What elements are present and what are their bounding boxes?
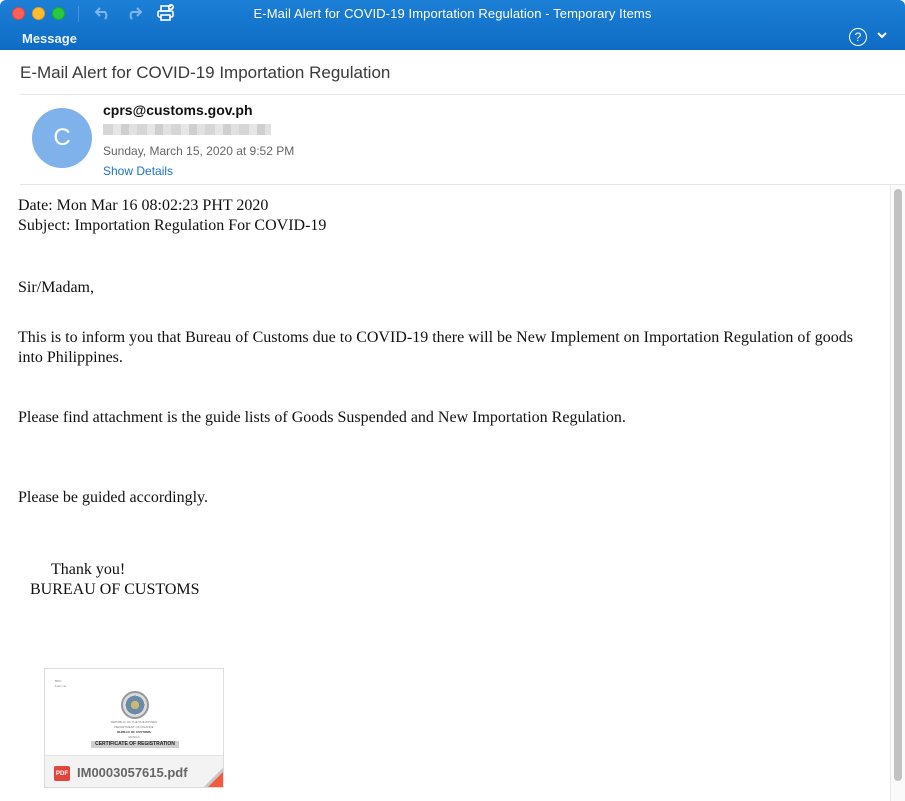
- redacted-recipient: [103, 124, 271, 135]
- chevron-down-icon[interactable]: [876, 28, 888, 42]
- paragraph: Please be guided accordingly.: [18, 489, 209, 506]
- preview-text: MANILA: [128, 735, 140, 739]
- body-subject-line: Subject: Importation Regulation For COVI…: [18, 217, 327, 234]
- preview-text: BOC: [55, 679, 62, 683]
- preview-text: BUREAU OF CUSTOMS: [117, 730, 151, 734]
- divider: [20, 184, 905, 185]
- attachment-card[interactable]: BOC Form no. REPUBLIC OF THE PHILIPPINES…: [44, 668, 224, 788]
- mail-window: E-Mail Alert for COVID-19 Importation Re…: [0, 0, 905, 801]
- preview-text: Form no.: [55, 684, 68, 688]
- paragraph: Please find attachment is the guide list…: [18, 409, 626, 426]
- greeting: Sir/Madam,: [18, 279, 94, 296]
- thanks-line: Thank you!: [51, 561, 126, 578]
- sender-email: cprs@customs.gov.ph: [103, 102, 253, 118]
- pdf-icon: PDF: [54, 766, 70, 781]
- bureau-seal-icon: [121, 691, 149, 719]
- show-details-link[interactable]: Show Details: [103, 164, 173, 178]
- title-bar: E-Mail Alert for COVID-19 Importation Re…: [0, 0, 905, 50]
- page-fold-accent: [207, 772, 223, 787]
- message-body: Date: Mon Mar 16 08:02:23 PHT 2020 Subje…: [18, 196, 878, 600]
- window-title: E-Mail Alert for COVID-19 Importation Re…: [253, 6, 652, 21]
- signature: BUREAU OF CUSTOMS: [30, 581, 200, 598]
- vertical-scrollbar[interactable]: [890, 185, 905, 801]
- attachment-filename[interactable]: IM0003057615.pdf: [77, 765, 188, 780]
- divider: [20, 94, 905, 95]
- message-subject: E-Mail Alert for COVID-19 Importation Re…: [20, 63, 391, 82]
- scrollbar-thumb[interactable]: [894, 189, 902, 781]
- attachment-preview: BOC Form no. REPUBLIC OF THE PHILIPPINES…: [45, 669, 223, 755]
- help-icon[interactable]: ?: [849, 28, 867, 46]
- avatar: C: [32, 108, 92, 168]
- body-date-line: Date: Mon Mar 16 08:02:23 PHT 2020: [18, 197, 269, 214]
- preview-text: REPUBLIC OF THE PHILIPPINES: [110, 720, 158, 724]
- message-date: Sunday, March 15, 2020 at 9:52 PM: [103, 144, 295, 158]
- preview-banner: CERTIFICATE OF REGISTRATION: [91, 741, 179, 748]
- paragraph: This is to inform you that Bureau of Cus…: [18, 329, 853, 366]
- attachment-footer: PDF IM0003057615.pdf: [45, 755, 223, 787]
- preview-text: DEPARTMENT OF FINANCE: [114, 725, 154, 729]
- tab-message[interactable]: Message: [22, 31, 77, 46]
